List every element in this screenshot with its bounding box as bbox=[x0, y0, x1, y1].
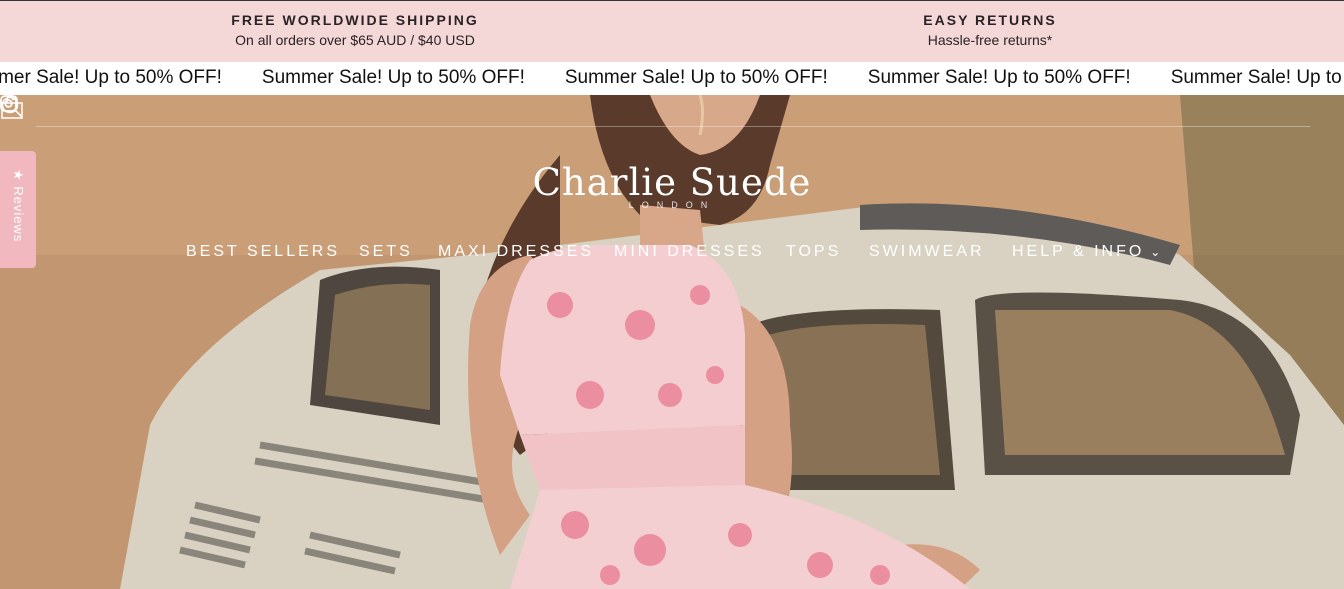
announcement-shipping: FREE WORLDWIDE SHIPPING On all orders ov… bbox=[145, 12, 565, 48]
hero-banner[interactable]: Charlie Suede LONDON BEST SELLERS SETS M… bbox=[0, 95, 1344, 589]
nav-best-sellers[interactable]: BEST SELLERS bbox=[186, 243, 340, 261]
site-logo[interactable]: Charlie Suede LONDON bbox=[470, 161, 874, 210]
nav-maxi-dresses[interactable]: MAXI DRESSES bbox=[438, 243, 594, 261]
cart-icon[interactable] bbox=[0, 95, 24, 119]
nav-help-info-label: HELP & INFO bbox=[1012, 243, 1145, 260]
marquee-item[interactable]: Summer Sale! Up to 50% OFF! bbox=[262, 67, 525, 89]
reviews-tab-label: Reviews bbox=[11, 186, 26, 243]
nav-swimwear[interactable]: SWIMWEAR bbox=[869, 243, 985, 261]
marquee-track: Summer Sale! Up to 50% OFF! Summer Sale! … bbox=[0, 67, 1344, 89]
announcement-title: EASY RETURNS bbox=[923, 12, 1057, 28]
reviews-tab[interactable]: ★ Reviews bbox=[0, 151, 36, 268]
logo-name: Charlie Suede bbox=[532, 161, 812, 204]
header-divider bbox=[36, 126, 1310, 127]
logo-subtitle: LONDON bbox=[628, 200, 716, 210]
marquee-item[interactable]: Summer Sale! Up to 50% OFF! bbox=[868, 67, 1131, 89]
reviews-tab-content: ★ Reviews bbox=[10, 169, 26, 242]
nav-sets[interactable]: SETS bbox=[359, 243, 413, 261]
announcement-subtitle: On all orders over $65 AUD / $40 USD bbox=[235, 32, 475, 48]
chevron-down-icon: ⌄ bbox=[1150, 245, 1161, 259]
announcement-title: FREE WORLDWIDE SHIPPING bbox=[231, 12, 479, 28]
sale-marquee[interactable]: Summer Sale! Up to 50% OFF! Summer Sale! … bbox=[0, 62, 1344, 95]
nav-mini-dresses[interactable]: MINI DRESSES bbox=[614, 243, 765, 261]
announcement-returns: EASY RETURNS Hassle-free returns* bbox=[780, 12, 1200, 48]
marquee-item[interactable]: Summer Sale! Up to 50% OFF! bbox=[1171, 67, 1344, 89]
marquee-item[interactable]: Summer Sale! Up to 50% OFF! bbox=[0, 67, 222, 89]
main-nav: BEST SELLERS SETS MAXI DRESSES MINI DRES… bbox=[0, 243, 1344, 267]
announcement-subtitle: Hassle-free returns* bbox=[927, 32, 1053, 48]
announcement-bar: FREE WORLDWIDE SHIPPING On all orders ov… bbox=[0, 0, 1344, 62]
star-icon: ★ bbox=[11, 169, 26, 182]
nav-tops[interactable]: TOPS bbox=[786, 243, 841, 261]
nav-help-info[interactable]: HELP & INFO ⌄ bbox=[1012, 243, 1160, 261]
marquee-item[interactable]: Summer Sale! Up to 50% OFF! bbox=[565, 67, 828, 89]
